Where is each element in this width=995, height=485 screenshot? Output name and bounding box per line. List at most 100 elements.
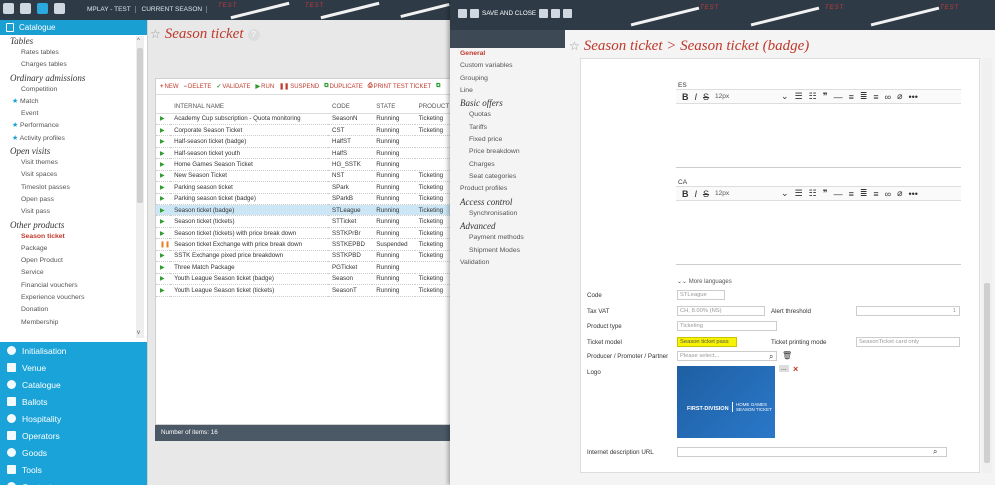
- menu-item[interactable]: Charges: [450, 159, 565, 171]
- breadcrumb-season[interactable]: CURRENT SEASON: [137, 6, 208, 13]
- table-row[interactable]: ▶ Season ticket (badge) STLeague Running Tic…: [156, 204, 456, 217]
- table-row[interactable]: ▶ SSTK Exchange pixed price breakdown SSTK…: [156, 250, 456, 263]
- tree-item[interactable]: Visit themes: [0, 157, 147, 169]
- tree-item[interactable]: Charges tables: [0, 59, 147, 71]
- tree-item[interactable]: Visit pass: [0, 206, 147, 218]
- nav-item[interactable]: Operators: [0, 427, 147, 444]
- tree-item[interactable]: Rates tables: [0, 47, 147, 59]
- table-row[interactable]: ▶ Parking season ticket (badge) SParkB Runn…: [156, 193, 456, 206]
- editor-textarea[interactable]: [676, 104, 961, 168]
- italic-icon[interactable]: I: [695, 189, 698, 199]
- save-icon[interactable]: [539, 8, 549, 18]
- menu-item[interactable]: Price breakdown: [450, 146, 565, 158]
- toolbar-button[interactable]: + NEW: [160, 84, 179, 90]
- table-row[interactable]: ▶ Academy Cup subscription - Quota monito…: [156, 113, 456, 125]
- tree-item[interactable]: Experience vouchers: [0, 292, 147, 304]
- bullet-list-icon[interactable]: ☰: [795, 91, 803, 102]
- tax-field[interactable]: CH, 8.00% (NS): [677, 306, 765, 316]
- ticket-model-field[interactable]: Season ticket pass: [677, 337, 737, 347]
- alert-threshold-field[interactable]: 1: [856, 306, 960, 316]
- tree-item[interactable]: Visit spaces: [0, 169, 147, 181]
- menu-item[interactable]: Seat categories: [450, 171, 565, 183]
- search-icon[interactable]: ⌕: [933, 447, 937, 457]
- product-type-field[interactable]: Ticketing: [677, 321, 777, 331]
- align-left-icon[interactable]: ≡: [849, 189, 854, 199]
- quote-icon[interactable]: ❞: [823, 91, 828, 102]
- strike-icon[interactable]: S: [703, 92, 709, 102]
- catalogue-icon[interactable]: [37, 3, 48, 14]
- link-icon[interactable]: ∞: [885, 92, 891, 102]
- table-row[interactable]: ❚❚ Season ticket Exchange with price brea…: [156, 238, 456, 251]
- menu-item[interactable]: Validation: [450, 257, 565, 269]
- font-size-select[interactable]: 12px: [715, 190, 775, 197]
- tree-item[interactable]: Open Product: [0, 255, 147, 267]
- home-icon[interactable]: [3, 3, 14, 14]
- tree-item[interactable]: Open pass: [0, 194, 147, 206]
- table-row[interactable]: ▶ Youth League Season ticket (badge) Seaso…: [156, 273, 456, 286]
- table-row[interactable]: ▶ Season ticket (tickets) STTicket Running T…: [156, 215, 456, 228]
- table-row[interactable]: ▶ Half-season ticket youth HalfS Running: [156, 147, 456, 160]
- tree-item[interactable]: Event: [0, 108, 147, 120]
- trash-icon[interactable]: 🗑: [782, 351, 792, 360]
- menu-item[interactable]: Tariffs: [450, 122, 565, 134]
- nav-item[interactable]: Initialisation: [0, 342, 147, 359]
- link-icon[interactable]: ∞: [885, 189, 891, 199]
- search-icon[interactable]: ⌕: [769, 352, 773, 362]
- align-center-icon[interactable]: ≣: [860, 91, 868, 102]
- favorite-star-icon[interactable]: ☆: [150, 27, 161, 42]
- nav-item[interactable]: Hospitality: [0, 410, 147, 427]
- toolbar-button[interactable]: ⧉: [436, 83, 441, 90]
- unlink-icon[interactable]: ⌀: [897, 91, 902, 102]
- menu-item[interactable]: Custom variables: [450, 60, 565, 72]
- browse-button[interactable]: ...: [779, 365, 789, 372]
- dropdown-icon[interactable]: [551, 8, 561, 18]
- hr-icon[interactable]: —: [834, 189, 843, 199]
- align-right-icon[interactable]: ≡: [873, 92, 878, 102]
- toolbar-button[interactable]: ❚❚ SUSPEND: [279, 83, 319, 91]
- url-field[interactable]: [677, 447, 947, 457]
- hr-icon[interactable]: —: [834, 92, 843, 102]
- table-row[interactable]: ▶ Corporate Season Ticket CST Running Ticket…: [156, 124, 456, 137]
- nav-item[interactable]: Catalogue: [0, 376, 147, 393]
- tree-item[interactable]: Donation: [0, 304, 147, 316]
- table-row[interactable]: ▶ Parking season ticket SPark Running Ticket…: [156, 181, 456, 194]
- chevron-down-icon[interactable]: ⌄: [781, 188, 789, 199]
- toolbar-button[interactable]: − DELETE: [184, 84, 212, 90]
- scrollbar-thumb[interactable]: [984, 283, 990, 463]
- nav-item[interactable]: Contact: [0, 478, 147, 485]
- nav-item[interactable]: Venue: [0, 359, 147, 376]
- menu-item[interactable]: Shipment Modes: [450, 245, 565, 257]
- scroll-down-icon[interactable]: v: [137, 330, 140, 336]
- table-row[interactable]: ▶ Season ticket (tickets) with price brea…: [156, 227, 456, 240]
- table-row[interactable]: ▶ Half-season ticket (badge) HalfST Running: [156, 135, 456, 148]
- remove-icon[interactable]: ×: [793, 364, 798, 374]
- producer-select[interactable]: Please select...: [677, 351, 777, 361]
- tree-item[interactable]: Season ticket: [0, 231, 147, 243]
- quote-icon[interactable]: ❞: [823, 188, 828, 199]
- chevron-down-icon[interactable]: ⌄: [781, 91, 789, 102]
- scrollbar-thumb[interactable]: [137, 48, 143, 203]
- table-row[interactable]: ▶ Home Games Season Ticket HG_SSTK Running: [156, 158, 456, 171]
- menu-item[interactable]: Payment methods: [450, 232, 565, 244]
- print-icon[interactable]: [563, 8, 573, 18]
- unlink-icon[interactable]: ⌀: [897, 188, 902, 199]
- modal-scrollbar[interactable]: [982, 58, 992, 473]
- code-field[interactable]: STLeague: [677, 290, 725, 300]
- favorite-star-icon[interactable]: ☆: [569, 39, 580, 54]
- toolbar-button[interactable]: ▶ RUN: [256, 83, 275, 91]
- tree-item[interactable]: Match: [0, 96, 147, 108]
- more-languages-link[interactable]: ⌄⌄ More languages: [677, 278, 732, 285]
- nav-item[interactable]: Tools: [0, 461, 147, 478]
- strike-icon[interactable]: S: [703, 189, 709, 199]
- menu-item[interactable]: Product profiles: [450, 183, 565, 195]
- save-and-close-button[interactable]: SAVE AND CLOSE: [458, 7, 573, 19]
- help-icon[interactable]: ?: [247, 28, 260, 41]
- italic-icon[interactable]: I: [695, 92, 698, 102]
- tree-item[interactable]: Timeslot passes: [0, 182, 147, 194]
- column-header[interactable]: INTERNAL NAME: [170, 101, 328, 114]
- menu-item[interactable]: General: [450, 48, 565, 60]
- tree-item[interactable]: Financial vouchers: [0, 280, 147, 292]
- number-list-icon[interactable]: ☷: [809, 188, 817, 199]
- nav-item[interactable]: Ballots: [0, 393, 147, 410]
- align-right-icon[interactable]: ≡: [873, 189, 878, 199]
